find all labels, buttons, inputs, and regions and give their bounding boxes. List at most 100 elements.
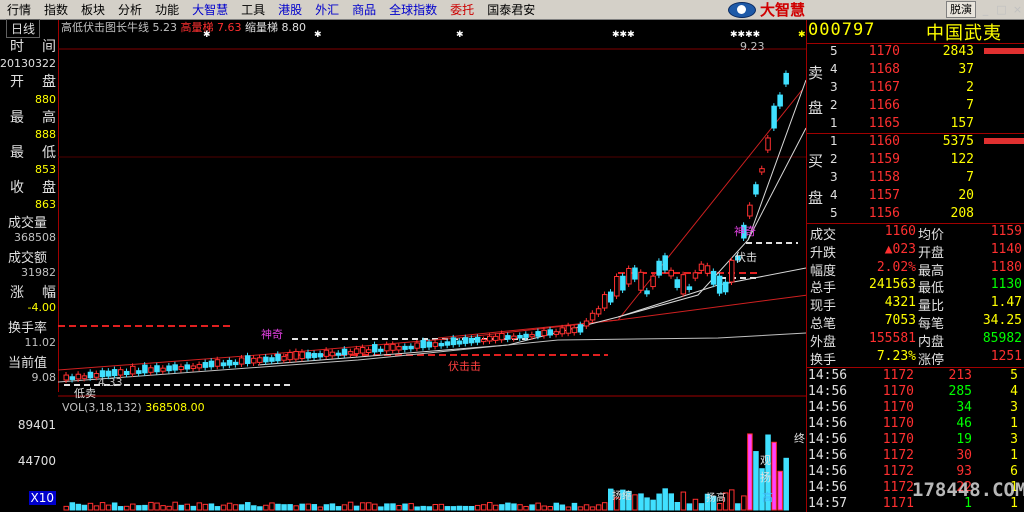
fuji-label-2: 伏击击 <box>448 359 481 373</box>
candle-body <box>341 348 348 356</box>
volume-value: 368508 <box>14 231 56 244</box>
candle-body <box>480 339 487 343</box>
restore-icon[interactable]: □ <box>995 3 1008 16</box>
orderbook-row[interactable]: 3 1167 2 <box>806 80 1024 98</box>
shenqi-label-1: 神奇 <box>261 327 283 341</box>
star-icon: ✱ <box>314 30 322 40</box>
menu-item-9[interactable]: 商品 <box>352 1 376 18</box>
volume-bar <box>735 503 741 511</box>
volume-bar <box>347 501 354 511</box>
tick-time: 14:56 <box>808 416 848 431</box>
menu-item-3[interactable]: 分析 <box>118 1 142 18</box>
candle-body <box>226 359 233 366</box>
volume-bar <box>81 504 88 511</box>
candle-body <box>142 364 148 374</box>
tick-time: 14:56 <box>808 480 848 495</box>
volume-header: VOL(3,18,132) 368508.00 <box>62 401 205 414</box>
stat-label: 幅度 <box>810 263 837 279</box>
menu-item-2[interactable]: 板块 <box>81 1 105 18</box>
stat-value: 1.47 <box>990 295 1022 311</box>
candle-body <box>644 290 650 295</box>
volume-bar <box>601 502 608 511</box>
candle-body <box>402 345 408 350</box>
tick-row[interactable]: 14:56 1170 285 4 <box>806 384 1024 400</box>
candle-body <box>759 168 765 173</box>
kline-chart[interactable]: 神奇 神奇 伏击 伏击击 4.33 9.23 低卖 ✱ ✱ ✱ ✱✱✱ ✱✱✱✱… <box>58 20 806 512</box>
menu-item-12[interactable]: 国泰君安 <box>487 1 535 18</box>
candle-body <box>595 308 602 315</box>
tick-row[interactable]: 14:56 1170 34 3 <box>806 400 1024 416</box>
volume-bar <box>462 505 469 511</box>
menu-item-10[interactable]: 全球指数 <box>389 1 437 18</box>
menu-item-11[interactable]: 委托 <box>450 1 474 18</box>
volume-bar <box>729 489 735 511</box>
tick-row[interactable]: 14:56 1172 93 6 <box>806 464 1024 480</box>
volume-bar <box>674 501 681 511</box>
quantity: 7 <box>966 98 974 113</box>
volume-bar <box>426 506 432 511</box>
close-value: 863 <box>35 198 56 211</box>
orderbook-row[interactable]: 4 1157 20 <box>806 188 1024 206</box>
stat-value: 1180 <box>990 259 1022 275</box>
stat-value: 7053 <box>884 313 916 328</box>
menu-item-5[interactable]: 大智慧 <box>192 1 228 18</box>
volume-bar <box>317 506 324 511</box>
menu-item-6[interactable]: 工具 <box>241 1 265 18</box>
candle-body <box>668 269 674 277</box>
menu-item-0[interactable]: 行情 <box>7 1 31 18</box>
stat-row: 升跌 ▲023 开盘 1140 <box>806 242 1024 261</box>
tick-row[interactable]: 14:56 1170 19 3 <box>806 432 1024 448</box>
menu-bar: 行情 指数 板块 分析 功能 大智慧 工具 港股 外汇 商品 全球指数 委托 国泰君安 <box>0 0 1024 20</box>
level: 3 <box>830 80 838 94</box>
minimize-icon[interactable]: _ <box>979 3 992 16</box>
candle-body <box>263 356 269 363</box>
demo-button[interactable]: 脱演 <box>946 1 976 18</box>
candle-body <box>553 331 560 335</box>
menu-item-4[interactable]: 功能 <box>155 1 179 18</box>
volume-bar <box>716 503 723 511</box>
price: 1160 <box>868 134 900 149</box>
candle-body <box>753 184 759 195</box>
vol-axis-unit: X10 <box>28 491 56 505</box>
candle-body <box>384 344 390 352</box>
volume-bar <box>359 502 366 511</box>
tick-volume: 19 <box>956 432 972 447</box>
candle-body <box>269 357 275 362</box>
level: 4 <box>830 62 838 76</box>
tick-row[interactable]: 14:56 1170 46 1 <box>806 416 1024 432</box>
volume-bar <box>117 506 124 511</box>
orderbook-row[interactable]: 2 1159 122 <box>806 152 1024 170</box>
menu-item-7[interactable]: 港股 <box>278 1 302 18</box>
orderbook-row[interactable]: 1 1165 157 <box>806 116 1024 134</box>
price-high-label: 9.23 <box>740 40 765 53</box>
menu-item-8[interactable]: 外汇 <box>315 1 339 18</box>
candle-body <box>166 365 172 372</box>
tick-row[interactable]: 14:56 1172 213 5 <box>806 368 1024 384</box>
volume-bar <box>124 505 130 511</box>
candle-body <box>160 367 166 372</box>
volume-bar <box>583 504 590 511</box>
candle-body <box>111 369 118 377</box>
volume-bar <box>450 506 457 511</box>
orderbook-row[interactable]: 2 1166 7 <box>806 98 1024 116</box>
volume-bar <box>662 488 668 511</box>
stat-value: 1160 <box>884 224 916 239</box>
orderbook-row[interactable]: 5 1156 208 <box>806 206 1024 224</box>
candle-body <box>626 267 632 285</box>
stat-label: 量比 <box>918 299 945 315</box>
vol-tag-raise: 扬 <box>760 471 771 484</box>
volume-bar <box>341 504 348 511</box>
menu-item-1[interactable]: 指数 <box>44 1 68 18</box>
volume-bar <box>559 504 566 511</box>
candle-body <box>444 341 451 346</box>
candle-body <box>722 281 729 293</box>
orderbook-row[interactable]: 3 1158 7 <box>806 170 1024 188</box>
volume-bar <box>329 503 336 511</box>
stat-value: 7.23% <box>876 348 916 364</box>
tick-row[interactable]: 14:56 1172 30 1 <box>806 448 1024 464</box>
close-icon[interactable]: × <box>1011 3 1024 16</box>
stat-value: 85982 <box>982 330 1022 346</box>
orderbook-row[interactable]: 4 1168 37 <box>806 62 1024 80</box>
candle-body <box>124 370 130 376</box>
candle-body <box>710 270 717 285</box>
